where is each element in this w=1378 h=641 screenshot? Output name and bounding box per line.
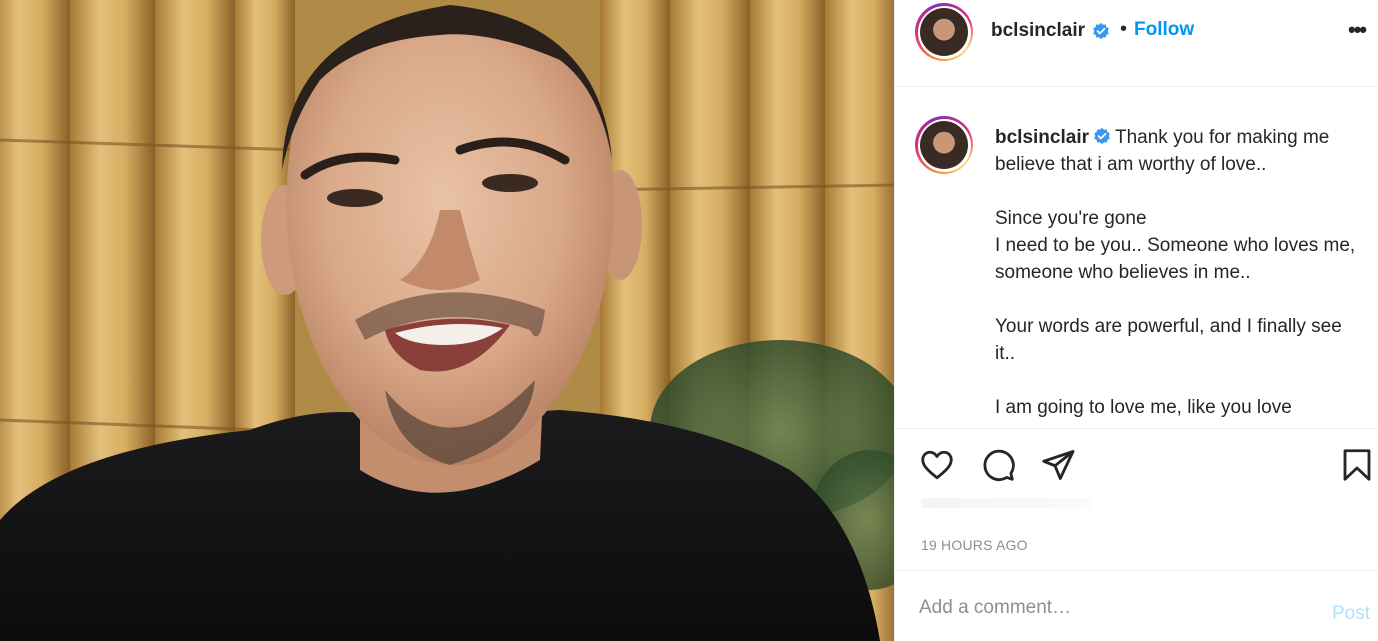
caption-username[interactable]: bclsinclair — [995, 127, 1089, 148]
comment-bubble-icon[interactable] — [980, 447, 1016, 483]
caption-line: I need to be you.. Someone who loves me,… — [995, 235, 1356, 283]
follow-button[interactable]: Follow — [1134, 19, 1194, 41]
more-options-icon[interactable]: ••• — [1348, 17, 1367, 43]
post-photo[interactable] — [0, 0, 894, 641]
post-header: bclsinclair • Follow ••• — [895, 0, 1378, 87]
post-caption: bclsinclair Thank you for making me belie… — [995, 124, 1360, 421]
header-username[interactable]: bclsinclair — [991, 20, 1085, 42]
likes-placeholder — [921, 498, 1091, 508]
caption-line: Since you're gone — [995, 208, 1147, 229]
post-side-panel: bclsinclair • Follow ••• bclsinclair Than… — [894, 0, 1378, 641]
verified-badge-icon — [1094, 127, 1110, 145]
heart-icon[interactable] — [919, 447, 955, 483]
avatar[interactable] — [920, 8, 968, 56]
comment-input[interactable] — [919, 593, 1309, 623]
caption-line: Your words are powerful, and I finally s… — [995, 316, 1342, 364]
post-comment-button[interactable]: Post — [1332, 603, 1370, 625]
comment-bar: Post — [895, 570, 1378, 641]
comments-area: bclsinclair Thank you for making me belie… — [895, 88, 1378, 428]
separator-dot: • — [1120, 18, 1128, 40]
caption-line: I am going to love me, like you love — [995, 397, 1292, 418]
portrait-image — [0, 0, 894, 641]
story-ring[interactable] — [915, 3, 973, 61]
bookmark-icon[interactable] — [1339, 447, 1375, 483]
paper-plane-icon[interactable] — [1040, 447, 1076, 483]
verified-badge-icon — [1093, 22, 1109, 40]
caption-story-ring[interactable] — [915, 116, 973, 174]
caption-avatar[interactable] — [920, 121, 968, 169]
post-timestamp[interactable]: 19 HOURS AGO — [921, 537, 1028, 553]
action-bar — [895, 428, 1378, 488]
